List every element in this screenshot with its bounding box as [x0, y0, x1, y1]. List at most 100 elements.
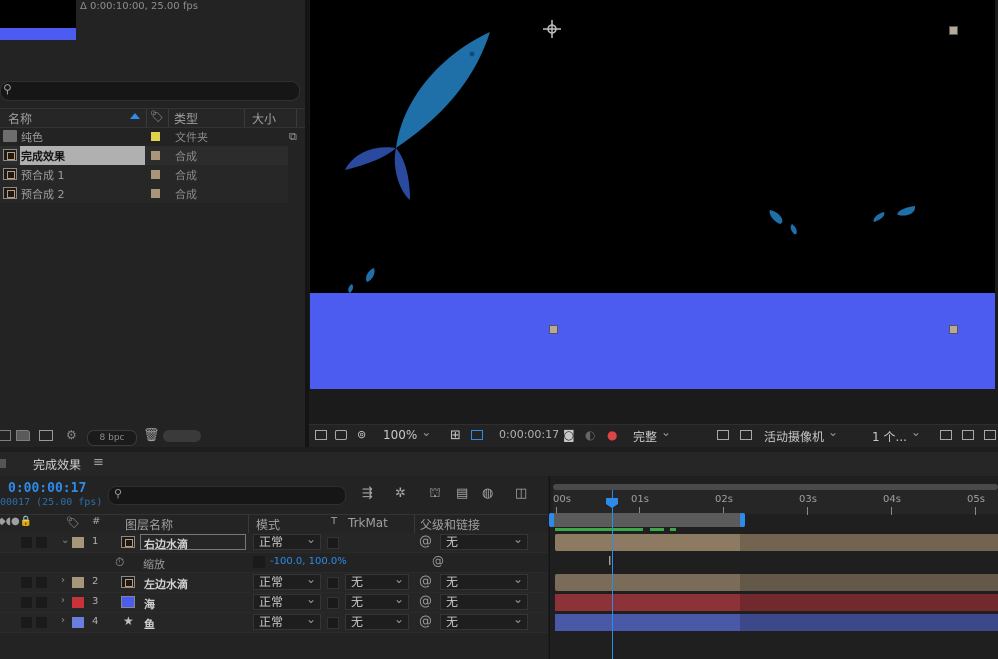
label-color[interactable]: [72, 617, 84, 628]
label-color[interactable]: [72, 537, 84, 548]
layer-name[interactable]: 海: [144, 596, 155, 612]
label-swatch[interactable]: [151, 151, 160, 160]
graph-editor-icon[interactable]: ◫: [515, 487, 529, 500]
label-color[interactable]: [72, 597, 84, 608]
toggle-pixel-aspect-icon[interactable]: [940, 430, 952, 440]
work-area-bar[interactable]: [553, 513, 743, 527]
transform-handle[interactable]: [949, 325, 958, 334]
layer-row[interactable]: › 2 左边水滴 正常 无 @ 无: [0, 572, 548, 593]
parent-pickwhip-icon[interactable]: @: [419, 574, 432, 589]
trash-icon[interactable]: 🗑: [143, 428, 160, 443]
timeline-tab[interactable]: 完成效果: [33, 456, 81, 473]
views-dropdown[interactable]: 1 个...: [872, 425, 921, 445]
parent-dropdown[interactable]: 无: [440, 612, 528, 630]
draft-3d-icon[interactable]: ✲: [395, 487, 409, 500]
transparency-grid-icon[interactable]: [740, 430, 752, 440]
timeline-icon[interactable]: [984, 430, 996, 440]
channel-icon[interactable]: ●: [607, 428, 617, 442]
preserve-transparency-toggle[interactable]: [327, 537, 339, 549]
column-type[interactable]: 类型: [174, 110, 198, 127]
trkmat-dropdown[interactable]: 无: [345, 592, 409, 610]
snapshot-icon[interactable]: ◙: [563, 428, 575, 442]
project-scroll-pill[interactable]: [163, 430, 201, 442]
label-swatch[interactable]: [151, 132, 160, 141]
expression-pickwhip-icon[interactable]: @: [432, 554, 444, 568]
motion-blur-icon[interactable]: ◍: [482, 487, 496, 500]
parent-pickwhip-icon[interactable]: @: [419, 614, 432, 629]
label-swatch[interactable]: [151, 189, 160, 198]
layer-row[interactable]: ⌄ 1 右边水滴 正常 @ 无: [0, 532, 548, 553]
comp-mini-flowchart-icon[interactable]: ⇶: [362, 487, 376, 500]
constrain-proportions-toggle[interactable]: [253, 556, 265, 568]
parent-dropdown[interactable]: 无: [440, 572, 528, 590]
lock-toggle[interactable]: [36, 537, 47, 548]
parent-dropdown[interactable]: 无: [440, 592, 528, 610]
label-swatch[interactable]: [151, 170, 160, 179]
project-item[interactable]: 纯色 文件夹: [0, 127, 288, 146]
project-item[interactable]: 完成效果 合成: [0, 146, 288, 165]
frame-blending-icon[interactable]: ▤: [456, 487, 470, 500]
lock-toggle[interactable]: [36, 577, 47, 588]
column-name[interactable]: 名称: [8, 110, 32, 127]
label-color[interactable]: [72, 577, 84, 588]
column-trkmat[interactable]: TrkMat: [348, 516, 388, 530]
stopwatch-icon[interactable]: ⏱: [115, 555, 124, 570]
label-tag-icon[interactable]: 🏷: [150, 110, 164, 123]
lock-toggle[interactable]: [36, 597, 47, 608]
mask-visibility-icon[interactable]: ⊚: [357, 428, 366, 441]
mode-dropdown[interactable]: 正常: [253, 572, 321, 590]
trkmat-dropdown[interactable]: 无: [345, 572, 409, 590]
preserve-transparency-toggle[interactable]: [327, 577, 339, 589]
shy-layers-icon[interactable]: ⛫: [429, 487, 443, 500]
layer-name[interactable]: 右边水滴: [144, 536, 188, 552]
show-snapshot-icon[interactable]: ◐: [585, 428, 595, 442]
work-area-start-handle[interactable]: [549, 513, 554, 527]
audio-toggle[interactable]: [21, 597, 32, 608]
close-tab-icon[interactable]: [0, 459, 6, 468]
audio-toggle[interactable]: [21, 617, 32, 628]
time-ruler[interactable]: 00s 01s 02s 03s 04s 05s: [553, 490, 998, 515]
column-mode[interactable]: 模式: [256, 516, 280, 533]
parent-pickwhip-icon[interactable]: @: [419, 594, 432, 609]
fast-previews-icon[interactable]: [962, 430, 974, 440]
lock-toggle[interactable]: [36, 617, 47, 628]
composition-canvas[interactable]: [310, 0, 995, 389]
monitor-icon[interactable]: [335, 430, 347, 440]
column-layer-name[interactable]: 图层名称: [125, 516, 173, 533]
resolution-dropdown[interactable]: 完整: [633, 425, 671, 445]
audio-toggle[interactable]: [21, 577, 32, 588]
trkmat-dropdown[interactable]: 无: [345, 612, 409, 630]
expand-arrow-icon[interactable]: ›: [61, 595, 65, 606]
column-parent[interactable]: 父级和链接: [420, 516, 480, 533]
project-settings-icon[interactable]: ⚙: [66, 428, 77, 442]
current-time-indicator[interactable]: [612, 490, 613, 659]
collapse-arrow-icon[interactable]: ⌄: [61, 535, 69, 546]
property-value[interactable]: -100.0, 100.0%: [270, 556, 347, 567]
interpret-footage-icon[interactable]: [0, 430, 11, 441]
panel-menu-icon[interactable]: ≡: [93, 455, 104, 470]
preserve-transparency-toggle[interactable]: [327, 617, 339, 629]
grid-guides-icon[interactable]: ⊞: [450, 428, 461, 443]
transform-handle[interactable]: [549, 325, 558, 334]
region-of-interest-icon[interactable]: [717, 430, 729, 440]
project-item[interactable]: 预合成 2 合成: [0, 184, 288, 203]
parent-dropdown[interactable]: 无: [440, 532, 528, 550]
new-composition-icon[interactable]: [39, 430, 53, 441]
camera-dropdown[interactable]: 活动摄像机: [764, 425, 838, 445]
viewer-timecode[interactable]: 0:00:00:17: [499, 428, 559, 441]
layer-name[interactable]: 鱼: [144, 616, 155, 632]
work-area-end-handle[interactable]: [740, 513, 745, 527]
current-time-display[interactable]: 0:00:00:17: [8, 481, 86, 496]
mask-path-icon[interactable]: [471, 430, 483, 440]
mode-dropdown[interactable]: 正常: [253, 592, 321, 610]
layer-row[interactable]: › 3 海 正常 无 @ 无: [0, 592, 548, 613]
layer-search-input[interactable]: ⚲: [108, 486, 346, 505]
mode-dropdown[interactable]: 正常: [253, 532, 321, 550]
always-preview-icon[interactable]: [315, 430, 327, 440]
mode-dropdown[interactable]: 正常: [253, 612, 321, 630]
column-size[interactable]: 大小: [252, 110, 276, 127]
flowchart-icon[interactable]: ⧉: [289, 130, 297, 144]
transform-handle[interactable]: [949, 26, 958, 35]
project-item[interactable]: 预合成 1 合成: [0, 165, 288, 184]
expand-arrow-icon[interactable]: ›: [61, 615, 65, 626]
